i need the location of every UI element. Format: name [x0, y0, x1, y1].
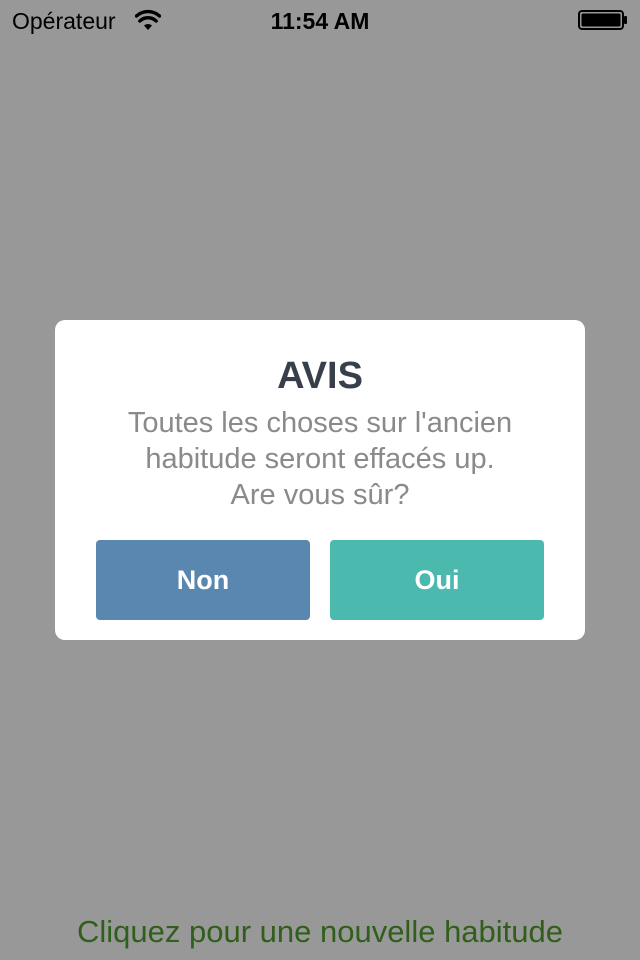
new-habit-link[interactable]: Cliquez pour une nouvelle habitude	[0, 912, 640, 952]
status-time: 11:54 AM	[270, 8, 370, 34]
dialog-message-line: habitude seront effacés up.	[145, 443, 495, 475]
app-screen: Opérateur 11:54 AM AVIS Toutes les chose…	[0, 0, 640, 960]
yes-button[interactable]: Oui	[330, 540, 544, 620]
dialog-message-line: Toutes les choses sur l'ancien	[127, 407, 513, 439]
dialog-title: AVIS	[277, 355, 363, 397]
battery-icon	[578, 10, 628, 30]
no-button[interactable]: Non	[96, 540, 310, 620]
status-bar: Opérateur 11:54 AM	[0, 0, 640, 40]
dialog-message-line: Are vous sûr?	[230, 479, 410, 511]
dialog-message: Toutes les choses sur l'ancien habitude …	[55, 405, 585, 513]
